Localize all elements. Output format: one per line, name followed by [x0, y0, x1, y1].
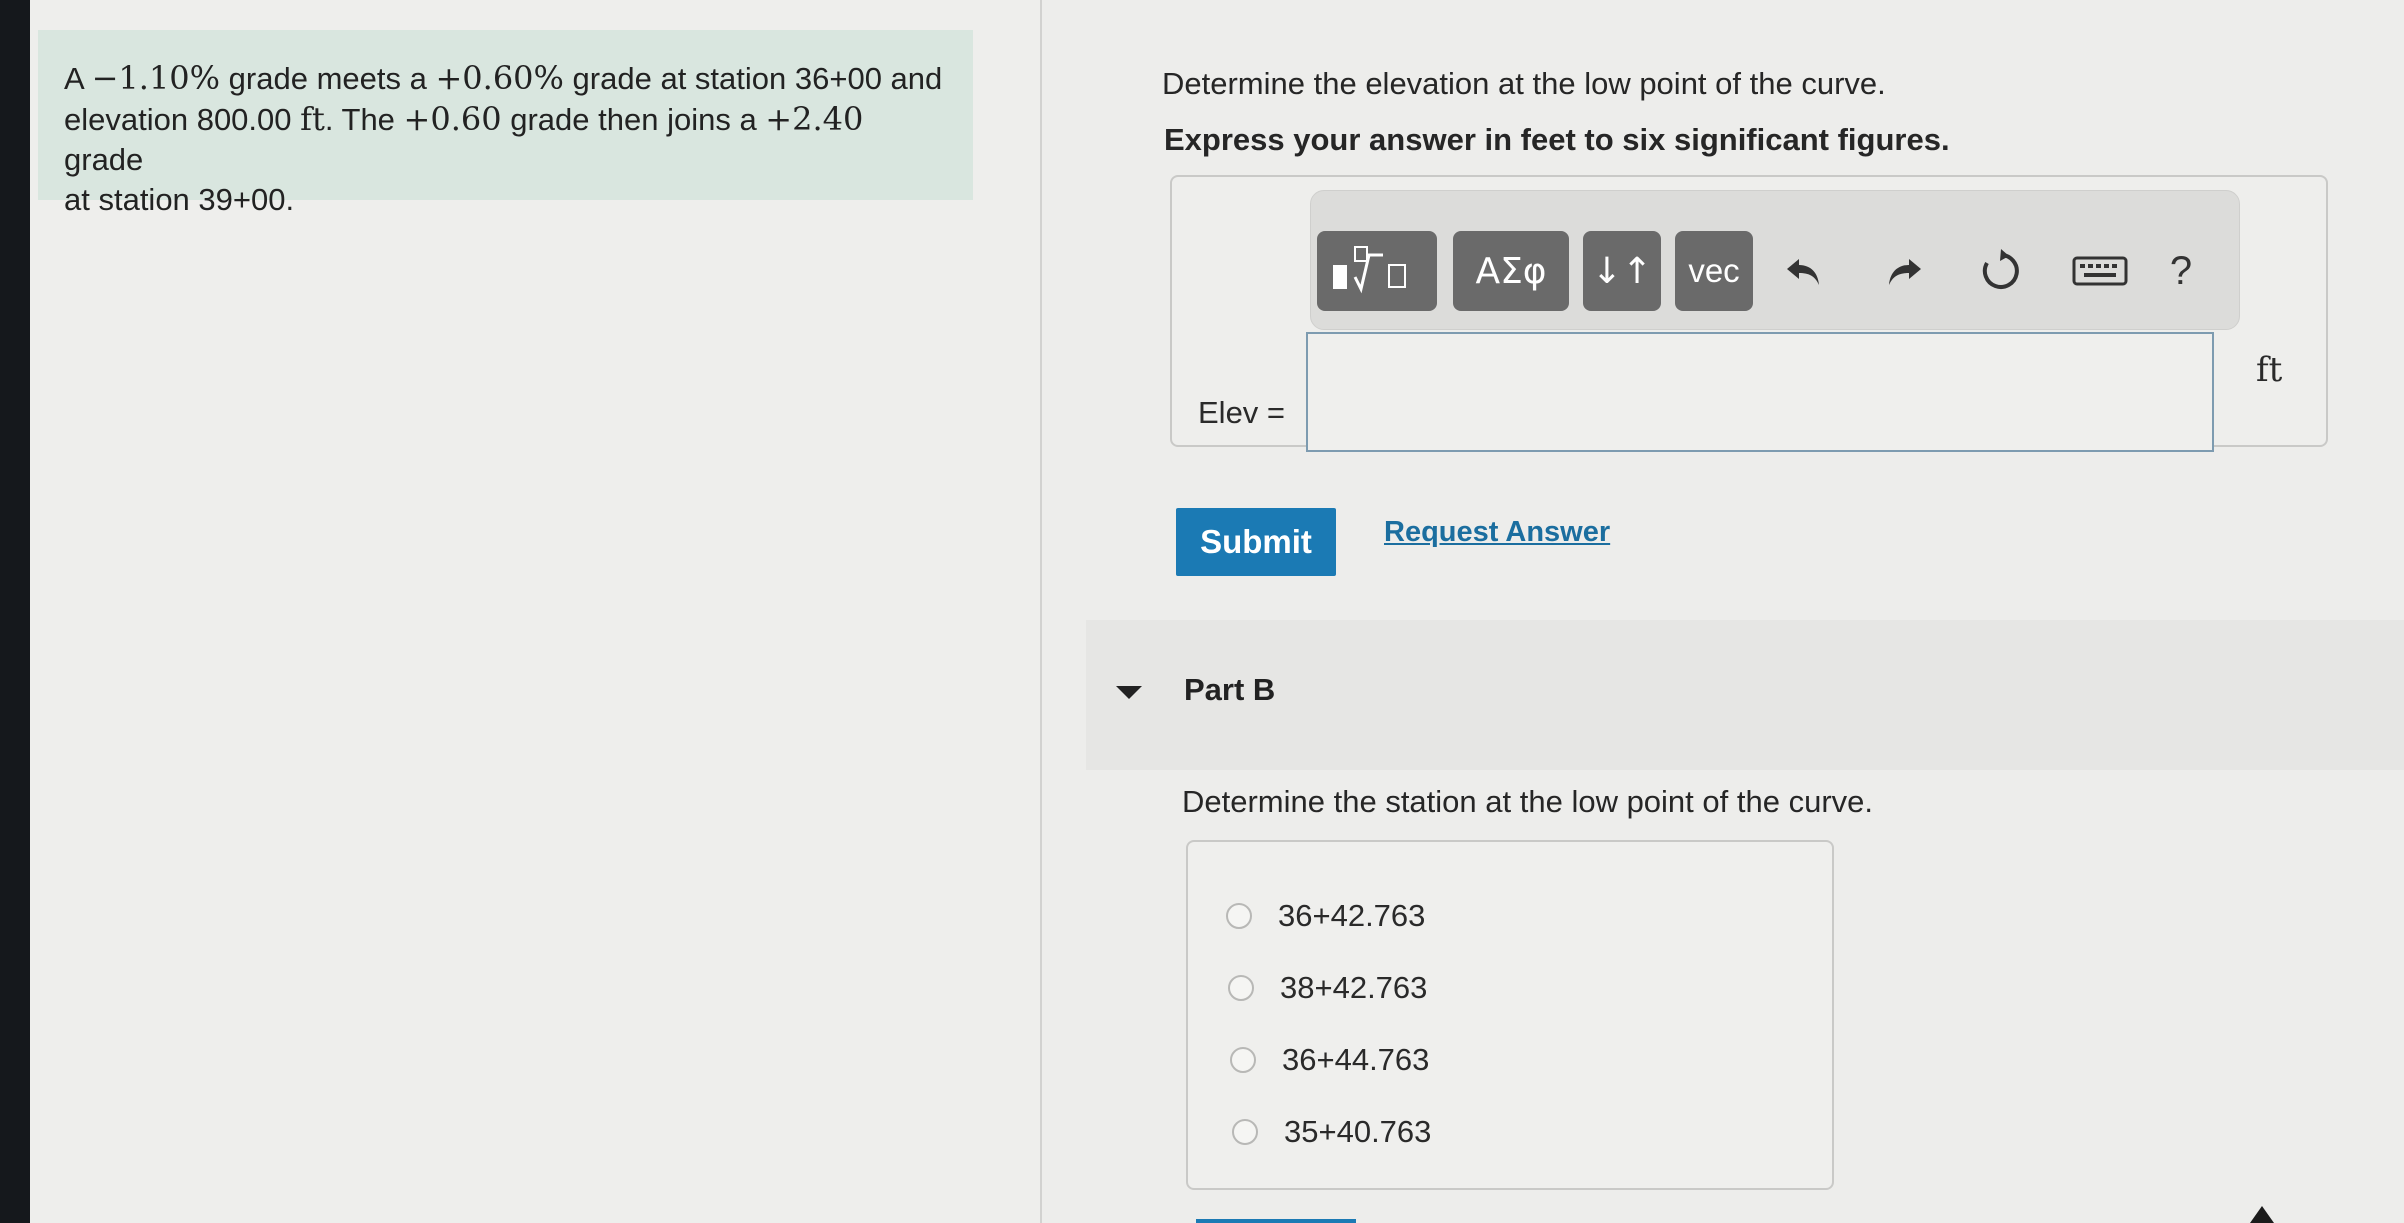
radio-button[interactable]: [1226, 903, 1252, 929]
part-a-prompt: Determine the elevation at the low point…: [1162, 66, 1886, 101]
choice-option-3[interactable]: 36+44.763: [1230, 1042, 1429, 1078]
caret-down-icon[interactable]: [1116, 686, 1142, 699]
problem-line-2: elevation 800.00 ft. The +0.60 grade the…: [64, 99, 951, 180]
vector-button[interactable]: vec: [1675, 231, 1753, 311]
problem-text: grade then joins a: [501, 102, 766, 137]
choice-label: 36+44.763: [1282, 1042, 1430, 1077]
unit-value: ft: [300, 100, 325, 138]
grade-value: +0.60%: [435, 59, 564, 97]
problem-text: grade meets a: [220, 61, 436, 96]
reset-icon[interactable]: [1971, 231, 2031, 311]
problem-text: . The: [324, 102, 404, 137]
grade-value: +2.40: [765, 100, 864, 138]
unit-label: ft: [2256, 350, 2283, 390]
problem-text: grade: [64, 142, 144, 177]
problem-text: elevation 800.00: [64, 102, 301, 137]
choice-option-2[interactable]: 38+42.763: [1228, 970, 1427, 1006]
choice-label: 35+40.763: [1284, 1114, 1432, 1149]
problem-statement: A −1.10% grade meets a +0.60% grade at s…: [38, 30, 973, 217]
submit-button[interactable]: Submit: [1176, 508, 1336, 576]
radio-button[interactable]: [1228, 975, 1254, 1001]
radio-button[interactable]: [1232, 1119, 1258, 1145]
elevation-answer-input[interactable]: [1306, 332, 2214, 452]
reset-glyph-icon: [1982, 249, 2019, 289]
fraction-radical-glyph-icon: [1333, 246, 1406, 294]
part-a-instruction: Express your answer in feet to six signi…: [1164, 122, 1950, 157]
problem-line-3: at station 39+00.: [64, 182, 295, 217]
greek-symbols-button[interactable]: ΑΣφ: [1453, 231, 1569, 311]
keyboard-glyph-icon: [2072, 256, 2128, 286]
elev-label: Elev =: [1198, 395, 1286, 430]
keyboard-icon[interactable]: [2063, 231, 2137, 311]
choice-option-1[interactable]: 36+42.763: [1226, 898, 1425, 934]
help-icon[interactable]: ?: [2151, 231, 2211, 311]
redo-glyph-icon: [1889, 259, 1921, 285]
choices-panel: 36+42.763 38+42.763 36+44.763 35+40.763: [1186, 840, 1834, 1190]
undo-glyph-icon: [1787, 259, 1819, 285]
problem-line-1: A −1.10% grade meets a +0.60% grade at s…: [64, 58, 951, 99]
part-b-prompt: Determine the station at the low point o…: [1182, 784, 1873, 819]
request-answer-link[interactable]: Request Answer: [1384, 516, 1610, 549]
choice-label: 36+42.763: [1278, 898, 1426, 933]
grade-value: −1.10%: [91, 59, 221, 97]
choice-label: 38+42.763: [1280, 970, 1428, 1005]
cursor-pointer-icon: [2250, 1206, 2274, 1223]
fraction-radical-template-icon[interactable]: [1317, 231, 1437, 311]
screen-bezel: [0, 0, 30, 1223]
radio-button[interactable]: [1230, 1047, 1256, 1073]
choice-option-4[interactable]: 35+40.763: [1232, 1114, 1431, 1150]
grade-value: +0.60: [403, 100, 502, 138]
redo-icon[interactable]: [1873, 231, 1933, 311]
part-b-title[interactable]: Part B: [1184, 672, 1275, 708]
subscript-superscript-button[interactable]: ↓↑: [1583, 231, 1661, 311]
problem-text: A: [64, 61, 92, 96]
part-b-header[interactable]: [1086, 620, 2404, 770]
math-toolbar: ΑΣφ ↓↑ vec ?: [1310, 190, 2240, 330]
next-button-edge[interactable]: [1196, 1219, 1356, 1223]
undo-icon[interactable]: [1775, 231, 1835, 311]
problem-text: grade at station 36+00 and: [563, 61, 943, 96]
